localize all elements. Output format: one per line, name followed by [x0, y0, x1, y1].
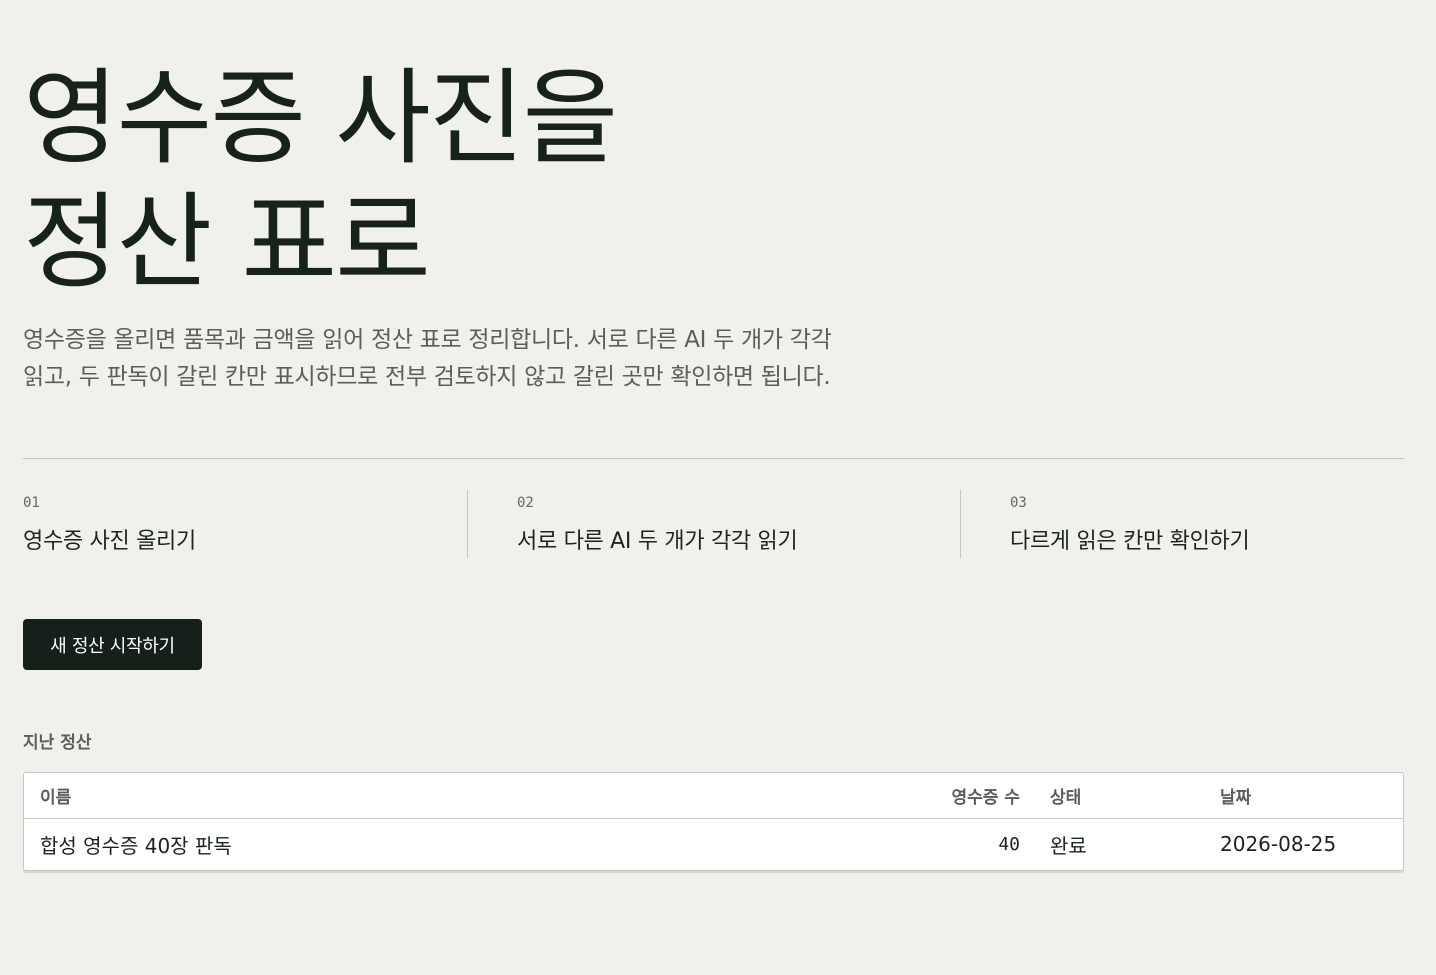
section-divider: [23, 458, 1404, 459]
step-label: 서로 다른 AI 두 개가 각각 읽기: [517, 529, 798, 554]
table-row[interactable]: 합성 영수증 40장 판독 40 완료 2026-08-25: [24, 818, 1403, 870]
receipt-count: 40: [998, 833, 1020, 855]
steps-list: 01 영수증 사진 올리기 02 서로 다른 AI 두 개가 각각 읽기 03 …: [23, 490, 1404, 558]
intro-line-2: 읽고, 두 판독이 갈린 칸만 표시하므로 전부 검토하지 않고 갈린 곳만 확…: [23, 364, 831, 390]
intro-line-1: 영수증을 올리면 품목과 금액을 읽어 정산 표로 정리합니다. 서로 다른 A…: [23, 327, 832, 353]
settlement-name[interactable]: 합성 영수증 40장 판독: [24, 818, 864, 870]
settlement-status: 완료: [1050, 833, 1087, 858]
hero-title: 영수증 사진을 정산 표로: [23, 56, 618, 304]
column-header-date: 날짜: [1204, 773, 1403, 819]
past-settlements-heading: 지난 정산: [23, 733, 92, 753]
column-header-status: 상태: [1036, 773, 1204, 819]
step-2: 02 서로 다른 AI 두 개가 각각 읽기: [467, 490, 798, 558]
settlement-date: 2026-08-25: [1220, 832, 1337, 857]
intro-text: 영수증을 올리면 품목과 금액을 읽어 정산 표로 정리합니다. 서로 다른 A…: [23, 322, 883, 396]
column-header-name: 이름: [24, 773, 864, 819]
step-label: 영수증 사진 올리기: [23, 529, 196, 554]
step-1: 01 영수증 사진 올리기: [23, 490, 196, 558]
step-number: 03: [1010, 495, 1027, 511]
start-new-settlement-button[interactable]: 새 정산 시작하기: [23, 619, 202, 670]
column-header-count: 영수증 수: [864, 773, 1036, 819]
hero-title-line-1: 영수증 사진을: [23, 57, 618, 179]
step-number: 02: [517, 495, 534, 511]
step-3: 03 다르게 읽은 칸만 확인하기: [960, 490, 1250, 558]
past-settlements-table: 이름 영수증 수 상태 날짜 합성 영수증 40장 판독 40 완료 2026-…: [23, 772, 1404, 871]
table-header-row: 이름 영수증 수 상태 날짜: [24, 773, 1403, 819]
step-number: 01: [23, 495, 40, 511]
step-label: 다르게 읽은 칸만 확인하기: [1010, 529, 1250, 554]
hero-title-line-2: 정산 표로: [23, 181, 431, 303]
